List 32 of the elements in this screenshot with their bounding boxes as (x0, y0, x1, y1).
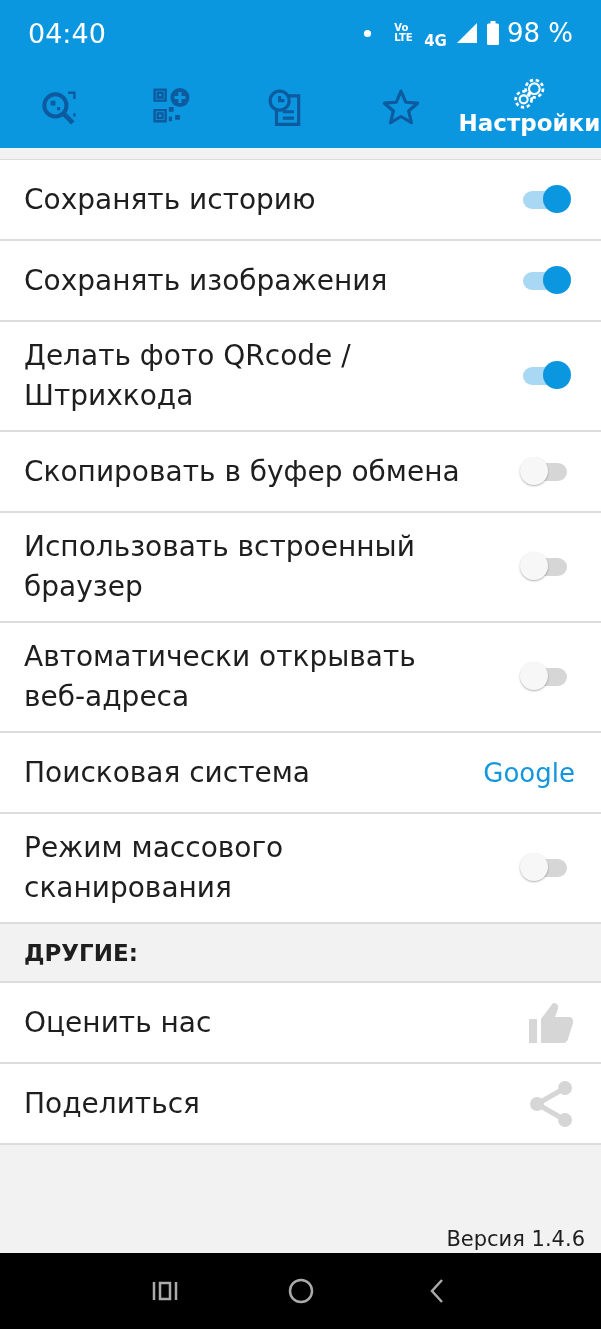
share-icon (527, 1079, 575, 1128)
setting-label: Делать фото QRcode / Штрихкода (24, 338, 352, 414)
settings-row[interactable]: Поделиться (0, 1064, 601, 1145)
settings-row[interactable]: Делать фото QRcode / Штрихкода (0, 322, 601, 432)
settings-row[interactable]: Скопировать в буфер обмена (0, 432, 601, 513)
setting-label: Оценить нас (24, 1004, 212, 1041)
gears-icon (513, 78, 546, 110)
setting-label: Скопировать в буфер обмена (24, 453, 460, 490)
version-label: Версия 1.4.6 (446, 1227, 585, 1251)
dot-icon (363, 28, 373, 38)
star-icon (381, 88, 420, 126)
home-icon[interactable] (287, 1278, 314, 1304)
setting-label: Автоматически открывать веб-адреса (24, 639, 417, 715)
settings-row[interactable]: Поисковая система Google (0, 733, 601, 814)
setting-label: Поисковая система (24, 754, 311, 791)
battery-percent: 98 % (506, 18, 573, 48)
setting-label: Сохранять историю (24, 181, 316, 218)
settings-row[interactable]: Сохранять историю (0, 160, 601, 241)
settings-row[interactable]: Использовать встроенный браузер (0, 513, 601, 623)
clock-time: 04:40 (28, 17, 106, 49)
network-label: 4G (424, 32, 447, 50)
settings-row[interactable]: Автоматически открывать веб-адреса (0, 623, 601, 733)
settings-row[interactable]: Оценить нас (0, 983, 601, 1064)
volte-label: Vo LTE (394, 23, 414, 43)
setting-label: Использовать встроенный браузер (24, 529, 416, 605)
battery-icon (486, 21, 499, 45)
settings-row[interactable]: Режим массового сканирования (0, 814, 601, 924)
setting-label: Режим массового сканирования (24, 830, 285, 906)
section-title: ДРУГИЕ: (24, 939, 138, 966)
settings-row[interactable]: Сохранять изображения (0, 241, 601, 322)
setting-label: Сохранять изображения (24, 262, 388, 299)
setting-label: Поделиться (24, 1085, 200, 1122)
